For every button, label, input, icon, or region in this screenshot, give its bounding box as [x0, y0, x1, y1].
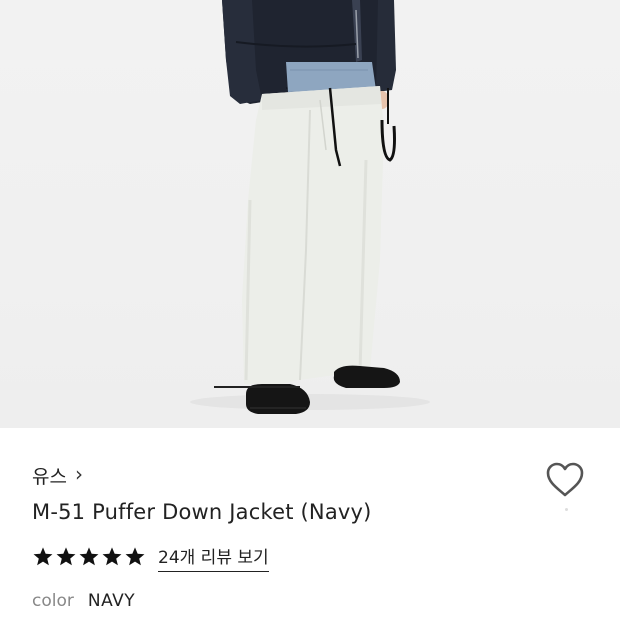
- product-photo-illustration: [190, 0, 430, 414]
- wishlist-button[interactable]: [545, 461, 585, 499]
- decorative-dot: [565, 508, 568, 511]
- brand-link[interactable]: 유스 ›: [32, 462, 83, 488]
- star-icon: [102, 547, 122, 566]
- color-value: NAVY: [87, 591, 136, 611]
- image-slide-indicator: [214, 386, 300, 388]
- product-detail-page: 유스 › M-51 Puffer Down Jacket (Navy) 24개 …: [0, 0, 620, 620]
- product-info: 유스 › M-51 Puffer Down Jacket (Navy) 24개 …: [0, 428, 620, 620]
- star-rating: [32, 546, 146, 568]
- star-icon: [125, 547, 145, 566]
- star-icon: [33, 547, 53, 566]
- color-label: color: [32, 591, 74, 611]
- chevron-right-icon: ›: [74, 462, 83, 486]
- product-image[interactable]: [0, 0, 620, 428]
- heart-outline-icon: [546, 462, 584, 497]
- star-icon: [56, 547, 76, 566]
- brand-name[interactable]: 유스: [32, 462, 67, 489]
- rating-row: 24개 리뷰 보기: [32, 542, 269, 572]
- star-icon: [79, 547, 99, 566]
- review-link[interactable]: 24개 리뷰 보기: [158, 543, 269, 572]
- color-row: color NAVY: [32, 591, 135, 611]
- product-title: M-51 Puffer Down Jacket (Navy): [32, 500, 372, 524]
